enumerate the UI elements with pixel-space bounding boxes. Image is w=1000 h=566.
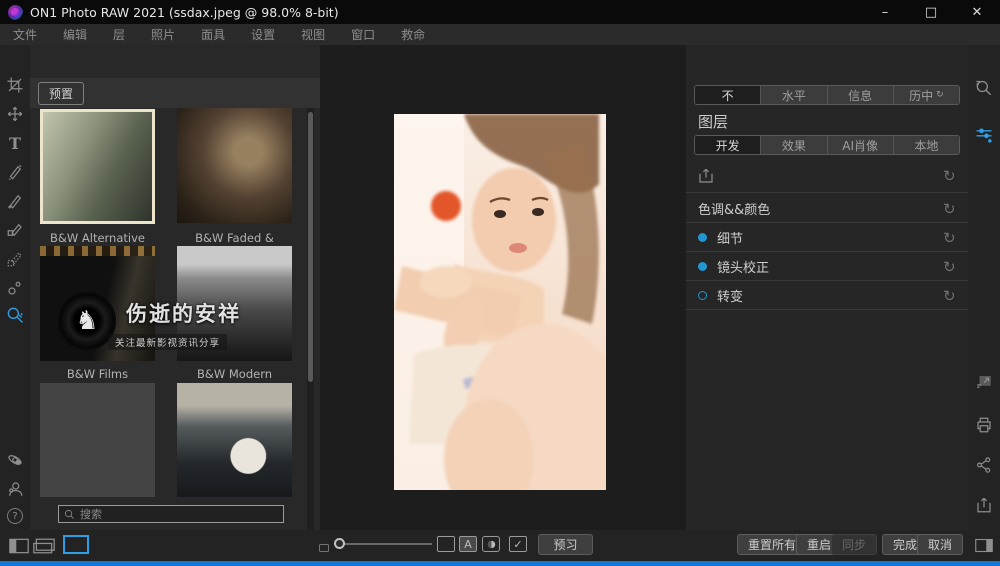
- minimize-button[interactable]: –: [862, 0, 908, 24]
- tool-sidebar: T ?: [0, 45, 30, 561]
- masking-brush-tool-icon[interactable]: [3, 189, 27, 213]
- bottom-bar: A ✓ 预习 重置所有 重启 同步 完成 取消: [0, 530, 1000, 561]
- preset-thumb-bw-alternative[interactable]: [40, 109, 155, 224]
- presets-scrollbar[interactable]: [307, 108, 314, 530]
- right-panel-toggle-icon[interactable]: [973, 537, 995, 554]
- tab-level[interactable]: 水平: [760, 86, 826, 104]
- preset-thumb-row3-right[interactable]: [177, 383, 292, 497]
- menu-photo[interactable]: 照片: [138, 24, 188, 45]
- perfect-eraser-tool-icon[interactable]: [3, 276, 27, 300]
- close-button[interactable]: ✕: [954, 0, 1000, 24]
- menu-help[interactable]: 救命: [388, 24, 438, 45]
- browse-mode-icon[interactable]: [63, 535, 89, 554]
- refine-brush-tool-icon[interactable]: [3, 247, 27, 271]
- presets-button[interactable]: 预置: [38, 82, 84, 105]
- masking-bug-tool-icon[interactable]: [3, 218, 27, 242]
- menu-view[interactable]: 视图: [288, 24, 338, 45]
- tab-effects[interactable]: 效果: [760, 136, 826, 154]
- compare-before-icon[interactable]: [437, 536, 455, 552]
- tab-none[interactable]: 不: [695, 86, 760, 104]
- reset-all-icon[interactable]: ↺: [943, 167, 956, 185]
- develop-toolbar: ↺: [686, 159, 968, 193]
- module-tab-group: 开发 效果 AI肖像 本地: [694, 135, 960, 155]
- scrollbar-thumb[interactable]: [308, 112, 313, 382]
- preset-label: B&W Films: [40, 367, 155, 381]
- taskbar-edge: [0, 561, 1000, 566]
- control-panel: 不 水平 信息 历中 ↻ 图层 开发 效果 AI肖像 本地 ↺ 色调&&颜色 ↺: [686, 45, 968, 530]
- menu-settings[interactable]: 设置: [238, 24, 288, 45]
- menu-edit[interactable]: 编辑: [50, 24, 100, 45]
- print-icon[interactable]: [972, 413, 996, 437]
- tab-history[interactable]: 历中 ↻: [893, 86, 959, 104]
- toggle-on-icon[interactable]: [698, 233, 707, 242]
- view-tab-group: 不 水平 信息 历中 ↻: [694, 85, 960, 105]
- preset-thumb-bw-films[interactable]: [40, 246, 155, 361]
- maximize-button[interactable]: □: [908, 0, 954, 24]
- crop-tool-icon[interactable]: [3, 73, 27, 97]
- reset-icon[interactable]: ↺: [943, 258, 956, 276]
- window-controls: – □ ✕: [862, 0, 1000, 24]
- toggle-off-icon[interactable]: [698, 291, 707, 300]
- mask-view-icon[interactable]: [313, 539, 335, 556]
- preset-thumb-bw-faded-matte[interactable]: [177, 108, 292, 223]
- section-transform[interactable]: 转变 ↺: [686, 282, 968, 310]
- move-tool-icon[interactable]: [3, 102, 27, 126]
- presets-panel: 预置 B&W Alternative B&W Faded & Matte B&W…: [30, 45, 320, 530]
- search-icon: [64, 509, 75, 520]
- section-tone-color[interactable]: 色调&&颜色 ↺: [686, 195, 968, 223]
- app-window: ON1 Photo RAW 2021 (ssdax.jpeg @ 98.0% 8…: [0, 0, 1000, 566]
- tab-local[interactable]: 本地: [893, 136, 959, 154]
- right-tool-column: [968, 45, 1000, 561]
- sync-button[interactable]: 同步: [831, 534, 877, 555]
- preset-label: B&W Modern: [177, 367, 292, 381]
- cancel-button[interactable]: 取消: [917, 534, 963, 555]
- search-input[interactable]: [80, 508, 270, 521]
- layers-title: 图层: [698, 111, 728, 132]
- menu-file[interactable]: 文件: [0, 24, 50, 45]
- tab-ai-portrait[interactable]: AI肖像: [827, 136, 893, 154]
- opacity-slider-track[interactable]: [337, 543, 432, 545]
- photo-preview[interactable]: [394, 114, 606, 490]
- menu-window[interactable]: 窗口: [338, 24, 388, 45]
- preview-button[interactable]: 预习: [538, 534, 593, 555]
- preset-thumb-bw-modern[interactable]: [177, 246, 292, 361]
- canvas-area[interactable]: [320, 45, 686, 530]
- portrait-face-icon[interactable]: [3, 477, 27, 501]
- ai-match-icon[interactable]: [3, 448, 27, 472]
- filmstrip-view-icon[interactable]: [33, 537, 55, 554]
- local-brush-tool-icon[interactable]: [3, 160, 27, 184]
- left-panel-toggle-icon[interactable]: [8, 537, 30, 554]
- preset-search: [58, 505, 284, 523]
- menu-mask[interactable]: 面具: [188, 24, 238, 45]
- section-details[interactable]: 细节 ↺: [686, 224, 968, 252]
- navigator-loupe-icon[interactable]: [972, 77, 996, 101]
- opacity-slider-knob[interactable]: [334, 538, 345, 549]
- save-preset-icon[interactable]: [697, 167, 715, 185]
- reset-icon[interactable]: ↺: [943, 287, 956, 305]
- reset-icon[interactable]: ↺: [943, 200, 956, 218]
- adjustments-sliders-icon[interactable]: [972, 123, 996, 147]
- resize-export-icon[interactable]: [972, 370, 996, 394]
- reset-icon[interactable]: ↺: [943, 229, 956, 247]
- window-title: ON1 Photo RAW 2021 (ssdax.jpeg @ 98.0% 8…: [30, 5, 339, 20]
- section-lens-correction[interactable]: 镜头校正 ↺: [686, 253, 968, 281]
- title-bar: ON1 Photo RAW 2021 (ssdax.jpeg @ 98.0% 8…: [0, 0, 1000, 24]
- help-icon[interactable]: ?: [3, 504, 27, 528]
- compare-a-icon[interactable]: A: [459, 536, 477, 552]
- app-logo-icon: [8, 5, 23, 20]
- preset-thumb-row3-left[interactable]: [40, 383, 155, 497]
- tab-info[interactable]: 信息: [827, 86, 893, 104]
- export-icon[interactable]: [972, 493, 996, 517]
- soft-proof-icon[interactable]: ✓: [509, 536, 527, 552]
- tab-develop[interactable]: 开发: [695, 136, 760, 154]
- share-icon[interactable]: [972, 453, 996, 477]
- view-zoom-tool-icon[interactable]: [3, 303, 27, 327]
- menu-layer[interactable]: 层: [100, 24, 138, 45]
- preset-label: B&W Alternative: [40, 231, 155, 245]
- mask-overlay-icon[interactable]: [482, 536, 500, 552]
- toggle-on-icon[interactable]: [698, 262, 707, 271]
- history-icon: ↻: [936, 90, 944, 100]
- menu-bar: 文件 编辑 层 照片 面具 设置 视图 窗口 救命: [0, 24, 1000, 45]
- text-tool-icon[interactable]: T: [3, 131, 27, 155]
